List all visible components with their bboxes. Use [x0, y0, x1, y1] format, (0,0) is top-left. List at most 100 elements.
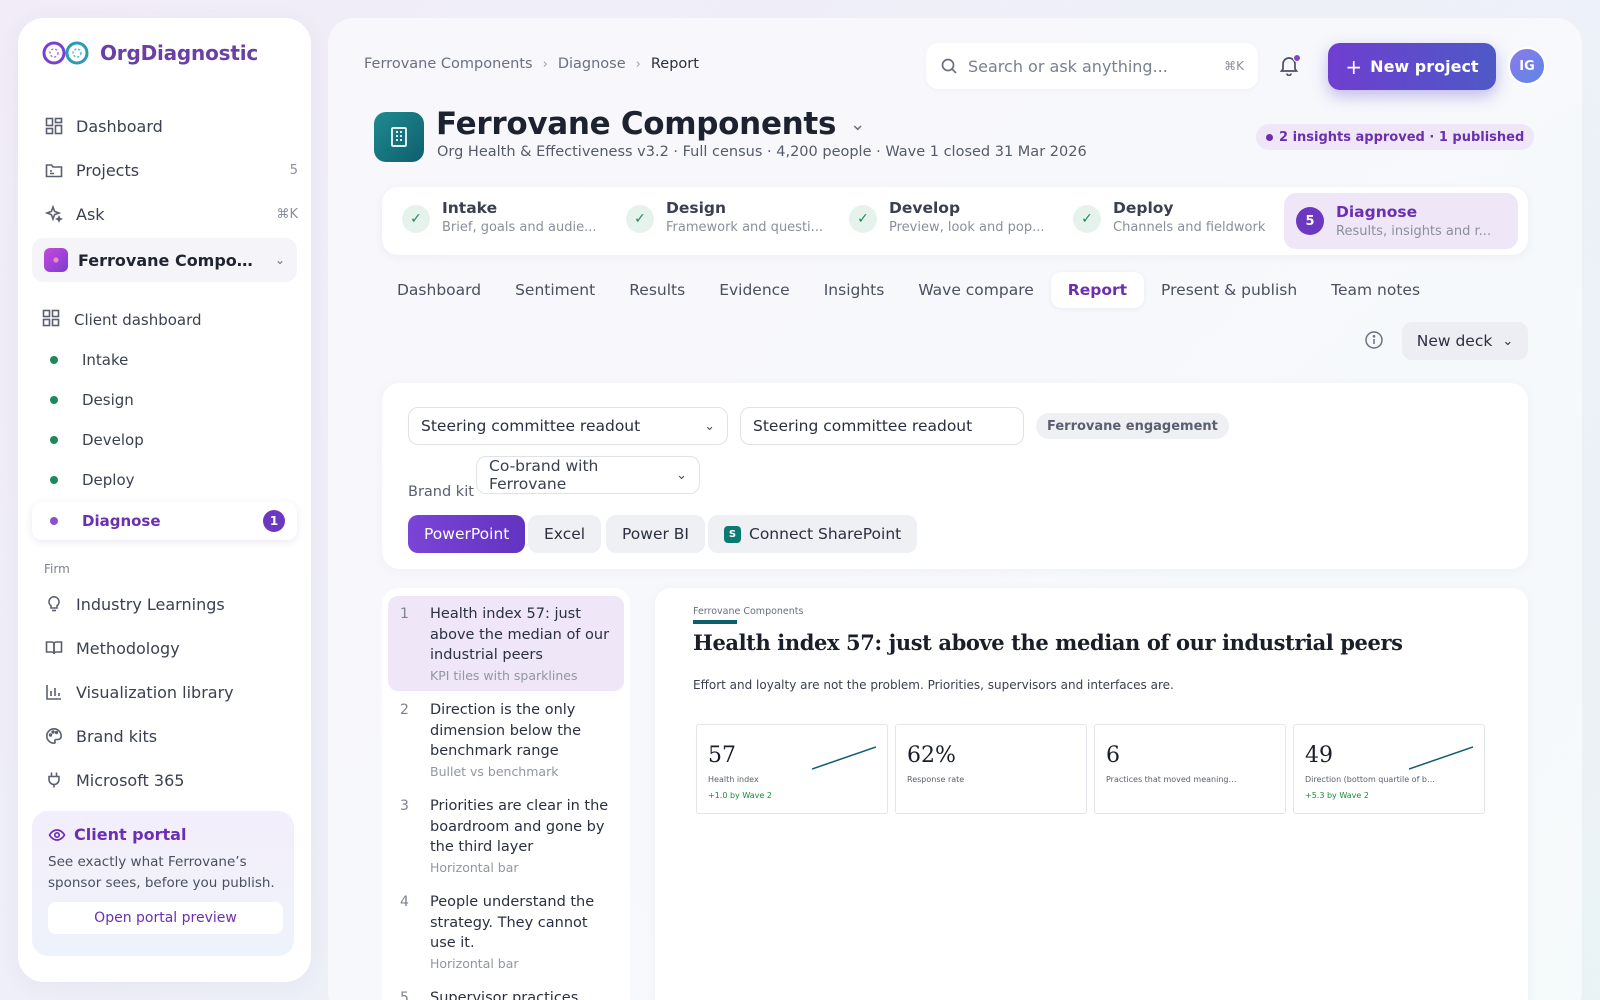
outline-title: Direction is the only dimension below th… [430, 702, 582, 759]
outline-item[interactable]: 3 Priorities are clear in the boardroom … [388, 788, 624, 883]
building-icon [374, 112, 424, 162]
format-excel-button[interactable]: Excel [528, 515, 602, 553]
firm-item-visualization-library[interactable]: Visualization library [44, 678, 298, 706]
chevron-right-icon: › [635, 56, 641, 72]
check-icon: ✓ [402, 205, 430, 233]
tab-sentiment[interactable]: Sentiment [498, 272, 612, 308]
tab-results[interactable]: Results [612, 272, 702, 308]
outline-item[interactable]: 1 Health index 57: just above the median… [388, 596, 624, 691]
breadcrumb-current: Report [650, 56, 699, 72]
firm-item-brand-kits[interactable]: Brand kits [44, 722, 298, 750]
tab-present-publish[interactable]: Present & publish [1144, 272, 1314, 308]
slide-subtitle: Effort and loyalty are not the problem. … [693, 678, 1174, 692]
project-item-label: Deploy [82, 471, 135, 489]
breadcrumb-item[interactable]: Diagnose [558, 56, 626, 72]
new-deck-label: New deck [1416, 332, 1493, 350]
search-icon [941, 58, 957, 74]
deck-name-input[interactable]: Steering committee readout [740, 407, 1024, 445]
nav-label: Ask [76, 204, 105, 224]
format-powerbi-button[interactable]: Power BI [606, 515, 705, 553]
nav-dashboard[interactable]: Dashboard [44, 112, 298, 140]
new-deck-button[interactable]: New deck ⌄ [1402, 322, 1528, 360]
kpi-tile: 57 Health index +1.0 by Wave 2 [696, 724, 888, 814]
avatar[interactable]: IG [1508, 47, 1546, 85]
folder-icon [44, 160, 64, 180]
step-design[interactable]: ✓ Design Framework and questi... [626, 199, 823, 245]
project-item-label: Client dashboard [74, 311, 202, 329]
search-input[interactable]: Search or ask anything... ⌘K [926, 43, 1258, 89]
page-title: Ferrovane Components [436, 106, 837, 142]
outline-number: 4 [400, 894, 409, 910]
org-title[interactable]: Ferrovane Components ⌄ [436, 106, 865, 142]
grid-icon [44, 116, 64, 136]
project-item-design[interactable]: Design [44, 386, 298, 414]
notifications-button[interactable] [1278, 54, 1302, 78]
tab-wave-compare[interactable]: Wave compare [901, 272, 1050, 308]
nav-ask[interactable]: Ask ⌘K [44, 200, 298, 228]
step-number: 5 [1296, 207, 1324, 235]
project-item-label: Intake [82, 351, 129, 369]
nav-projects[interactable]: Projects 5 [44, 156, 298, 184]
outline-item[interactable]: 5 Supervisor practices [388, 980, 624, 1000]
engagement-chip: Ferrovane engagement [1036, 413, 1229, 439]
project-switcher[interactable]: Ferrovane Compone... ⌄ [32, 238, 297, 282]
palette-icon [44, 726, 64, 746]
project-item-label: Develop [82, 431, 144, 449]
step-develop[interactable]: ✓ Develop Preview, look and pop... [849, 199, 1045, 245]
tab-report[interactable]: Report [1050, 272, 1145, 308]
step-intake[interactable]: ✓ Intake Brief, goals and audie... [402, 199, 596, 245]
outline-title: People understand the strategy. They can… [430, 894, 595, 951]
eye-icon [48, 828, 66, 841]
firm-item-industry-learnings[interactable]: Industry Learnings [44, 590, 298, 618]
plus-icon: + [1345, 54, 1363, 79]
outline-kind: KPI tiles with sparklines [430, 667, 578, 683]
step-deploy[interactable]: ✓ Deploy Channels and fieldwork [1073, 199, 1265, 245]
outline-number: 3 [400, 798, 409, 814]
outline-item[interactable]: 2 Direction is the only dimension below … [388, 692, 624, 787]
project-item-deploy[interactable]: Deploy [44, 466, 298, 494]
firm-item-label: Microsoft 365 [76, 770, 185, 790]
project-item-develop[interactable]: Develop [44, 426, 298, 454]
status-dot [50, 396, 58, 404]
format-powerpoint-button[interactable]: PowerPoint [408, 515, 526, 553]
step-diagnose[interactable]: 5 Diagnose Results, insights and r... [1284, 193, 1518, 249]
project-item-diagnose[interactable]: Diagnose 1 [32, 502, 297, 540]
chevron-right-icon: › [542, 56, 548, 72]
template-select[interactable]: Steering committee readout ⌄ [408, 407, 728, 445]
step-desc: Framework and questi... [666, 220, 824, 235]
tab-bar: Dashboard Sentiment Results Evidence Ins… [380, 272, 1437, 308]
tab-evidence[interactable]: Evidence [702, 272, 807, 308]
step-desc: Brief, goals and audie... [442, 220, 597, 235]
org-subtitle: Org Health & Effectiveness v3.2 · Full c… [437, 144, 1087, 160]
firm-section-label: Firm [44, 562, 70, 576]
outline-number: 5 [400, 990, 409, 1000]
brand-kit-select[interactable]: Co-brand with Ferrovane ⌄ [476, 456, 700, 494]
breadcrumb-item[interactable]: Ferrovane Components [364, 56, 533, 72]
diagnose-badge: 1 [263, 510, 285, 532]
tab-team-notes[interactable]: Team notes [1314, 272, 1437, 308]
firm-item-microsoft-365[interactable]: Microsoft 365 [44, 766, 298, 794]
kpi-label: Response rate [907, 775, 965, 784]
step-label: Intake [442, 199, 498, 217]
open-portal-preview-button[interactable]: Open portal preview [48, 902, 283, 934]
firm-item-label: Methodology [76, 638, 180, 658]
project-item-intake[interactable]: Intake [44, 346, 298, 374]
outline-item[interactable]: 4 People understand the strategy. They c… [388, 884, 624, 979]
project-item-client-dashboard[interactable]: Client dashboard [42, 306, 296, 334]
portal-title: Client portal [48, 825, 278, 844]
info-icon[interactable] [1364, 330, 1384, 350]
portal-title-text: Client portal [74, 825, 187, 844]
tab-dashboard[interactable]: Dashboard [380, 272, 498, 308]
breadcrumb: Ferrovane Components › Diagnose › Report [364, 56, 699, 72]
firm-item-methodology[interactable]: Methodology [44, 634, 298, 662]
chevron-down-icon: ⌄ [274, 253, 285, 267]
tab-insights[interactable]: Insights [807, 272, 902, 308]
sharepoint-label: Connect SharePoint [749, 525, 902, 543]
firm-item-label: Brand kits [76, 726, 158, 746]
logo[interactable]: OrgDiagnostic [40, 40, 258, 66]
new-project-button[interactable]: + New project [1328, 43, 1496, 90]
main-panel: Ferrovane Components › Diagnose › Report… [328, 18, 1582, 1000]
sidebar: OrgDiagnostic Dashboard Projects 5 Ask ⌘… [18, 18, 311, 982]
connect-sharepoint-button[interactable]: S Connect SharePoint [708, 515, 918, 553]
phase-stepper: ✓ Intake Brief, goals and audie... ✓ Desi… [382, 187, 1528, 255]
